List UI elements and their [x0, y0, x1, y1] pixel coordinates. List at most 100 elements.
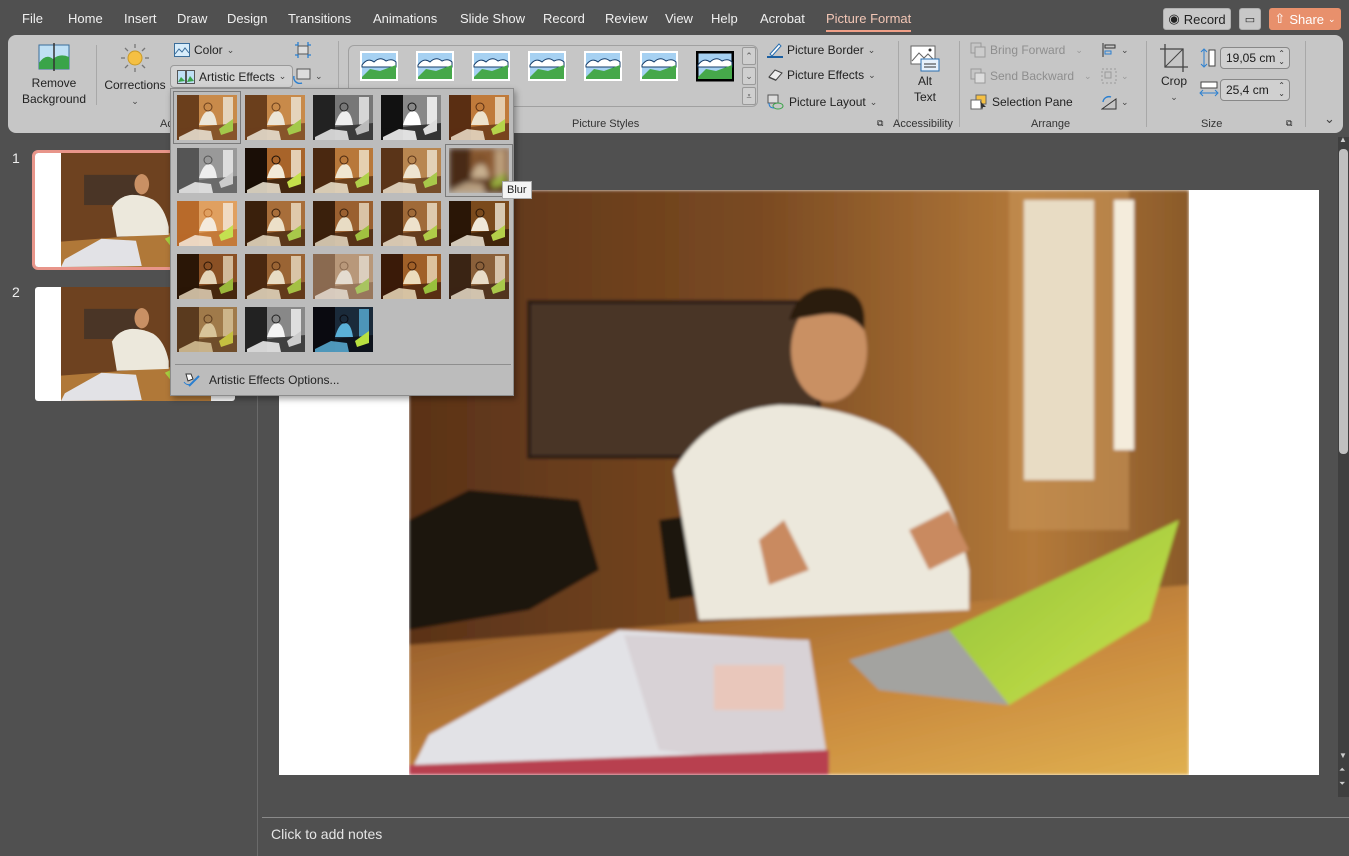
- collapse-ribbon-icon[interactable]: ⌄: [1324, 111, 1335, 127]
- tab-home[interactable]: Home: [68, 11, 103, 26]
- tab-review[interactable]: Review: [605, 11, 648, 26]
- chevron-down-icon: ⌄: [1328, 13, 1336, 24]
- artistic-effect-5[interactable]: [449, 95, 509, 140]
- record-button[interactable]: ◉ Record: [1163, 8, 1231, 30]
- picture-style-4[interactable]: [528, 51, 566, 89]
- artistic-effect-3[interactable]: [313, 95, 373, 140]
- bring-forward-icon: [970, 42, 986, 58]
- color-button[interactable]: Color ⌄: [174, 43, 234, 57]
- tab-file[interactable]: File: [22, 11, 43, 26]
- slide-photo[interactable]: [409, 190, 1189, 775]
- picture-layout-icon: [767, 94, 784, 110]
- artistic-effect-1[interactable]: [173, 91, 241, 144]
- artistic-effect-16[interactable]: [177, 254, 237, 299]
- shape-height-input[interactable]: 19,05 cm ⌃ ⌄: [1220, 47, 1290, 69]
- alt-text-button[interactable]: Alt Text: [904, 43, 946, 105]
- artistic-effect-22[interactable]: [245, 307, 305, 352]
- shape-width-input[interactable]: 25,4 cm ⌃ ⌄: [1220, 79, 1290, 101]
- artistic-effect-4[interactable]: [381, 95, 441, 140]
- notes-divider[interactable]: [262, 817, 1349, 818]
- effect-preview: [381, 254, 441, 299]
- compress-pictures-button[interactable]: [295, 42, 311, 58]
- send-backward-button[interactable]: Send Backward ⌄: [970, 68, 1092, 84]
- artistic-effect-18[interactable]: [313, 254, 373, 299]
- scroll-down-icon[interactable]: ▼: [1339, 751, 1347, 760]
- align-button[interactable]: ⌄: [1101, 42, 1129, 58]
- gallery-scroll-up[interactable]: ⌃: [742, 47, 756, 65]
- picture-layout-button[interactable]: Picture Layout ⌄: [767, 94, 877, 110]
- artistic-effects-options-icon: [183, 373, 200, 387]
- tab-insert[interactable]: Insert: [124, 11, 157, 26]
- picture-style-1[interactable]: [360, 51, 398, 89]
- artistic-effect-17[interactable]: [245, 254, 305, 299]
- send-backward-label: Send Backward: [990, 69, 1075, 83]
- artistic-effects-icon: [177, 69, 195, 84]
- notes-placeholder[interactable]: Click to add notes: [271, 826, 382, 842]
- artistic-effect-10[interactable]: [445, 144, 513, 197]
- artistic-effect-8[interactable]: [313, 148, 373, 193]
- artistic-effect-15[interactable]: [449, 201, 509, 246]
- gallery-scroll-down[interactable]: ⌄: [742, 67, 756, 85]
- gallery-more[interactable]: ⩡: [742, 87, 756, 105]
- share-icon: ⇧: [1274, 11, 1286, 26]
- artistic-effect-9[interactable]: [381, 148, 441, 193]
- tab-record[interactable]: Record: [543, 11, 585, 26]
- tab-slide-show[interactable]: Slide Show: [460, 11, 525, 26]
- vertical-scrollbar[interactable]: ▲ ▼ ⏶ ⏷: [1338, 135, 1349, 797]
- scrollbar-thumb[interactable]: [1339, 149, 1348, 454]
- bring-forward-button[interactable]: Bring Forward ⌄: [970, 42, 1083, 58]
- scroll-up-icon[interactable]: ▲: [1339, 135, 1347, 144]
- artistic-effect-11[interactable]: [177, 201, 237, 246]
- artistic-effects-options[interactable]: Artistic Effects Options...: [183, 372, 340, 388]
- comments-button[interactable]: ▭: [1239, 8, 1261, 30]
- size-label: Size: [1201, 118, 1223, 130]
- bring-forward-label: Bring Forward: [990, 43, 1066, 57]
- tab-transitions[interactable]: Transitions: [288, 11, 351, 26]
- artistic-effect-14[interactable]: [381, 201, 441, 246]
- size-launcher-icon[interactable]: ⧉: [1286, 118, 1292, 129]
- remove-background-button[interactable]: Remove Background: [18, 43, 90, 107]
- artistic-effect-21[interactable]: [177, 307, 237, 352]
- picture-style-5[interactable]: [584, 51, 622, 89]
- tab-picture-format[interactable]: Picture Format: [826, 11, 912, 32]
- effect-preview: [313, 254, 373, 299]
- tab-view[interactable]: View: [665, 11, 693, 26]
- picture-style-2[interactable]: [416, 51, 454, 89]
- change-picture-button[interactable]: ⌄: [293, 68, 323, 84]
- chevron-down-icon: ⌄: [1121, 44, 1129, 55]
- tab-help[interactable]: Help: [711, 11, 738, 26]
- corrections-button[interactable]: Corrections ⌄: [102, 43, 168, 109]
- rotate-button[interactable]: ⌄: [1101, 94, 1129, 110]
- picture-style-7[interactable]: [695, 50, 735, 89]
- slide-number: 1: [12, 150, 20, 166]
- artistic-effect-19[interactable]: [381, 254, 441, 299]
- tab-animations[interactable]: Animations: [373, 11, 437, 26]
- artistic-effect-20[interactable]: [449, 254, 509, 299]
- picture-border-button[interactable]: Picture Border ⌄: [767, 42, 875, 58]
- height-spinner[interactable]: ⌃ ⌄: [1278, 50, 1285, 66]
- previous-slide-icon[interactable]: ⏶: [1339, 765, 1345, 775]
- group-objects-button[interactable]: ⌄: [1101, 68, 1129, 84]
- chevron-down-icon: ⌄: [1121, 70, 1129, 81]
- picture-style-6[interactable]: [640, 51, 678, 89]
- picture-styles-launcher-icon[interactable]: ⧉: [877, 118, 883, 129]
- artistic-effect-23[interactable]: [313, 307, 373, 352]
- tab-draw[interactable]: Draw: [177, 11, 207, 26]
- artistic-effect-12[interactable]: [245, 201, 305, 246]
- tab-acrobat[interactable]: Acrobat: [760, 11, 805, 26]
- crop-icon: [1160, 44, 1188, 72]
- artistic-effects-button[interactable]: Artistic Effects ⌄: [170, 65, 294, 88]
- picture-style-icon: [472, 51, 510, 81]
- artistic-effect-13[interactable]: [313, 201, 373, 246]
- crop-button[interactable]: Crop ⌄: [1154, 43, 1194, 105]
- selection-pane-button[interactable]: Selection Pane: [970, 94, 1073, 110]
- share-button[interactable]: ⇧ Share ⌄: [1269, 8, 1341, 30]
- picture-effects-button[interactable]: Picture Effects ⌄: [767, 68, 876, 82]
- artistic-effect-2[interactable]: [245, 95, 305, 140]
- tab-design[interactable]: Design: [227, 11, 267, 26]
- next-slide-icon[interactable]: ⏷: [1339, 779, 1345, 789]
- artistic-effect-6[interactable]: [177, 148, 237, 193]
- picture-style-3[interactable]: [472, 51, 510, 89]
- artistic-effect-7[interactable]: [245, 148, 305, 193]
- width-spinner[interactable]: ⌃ ⌄: [1278, 82, 1285, 98]
